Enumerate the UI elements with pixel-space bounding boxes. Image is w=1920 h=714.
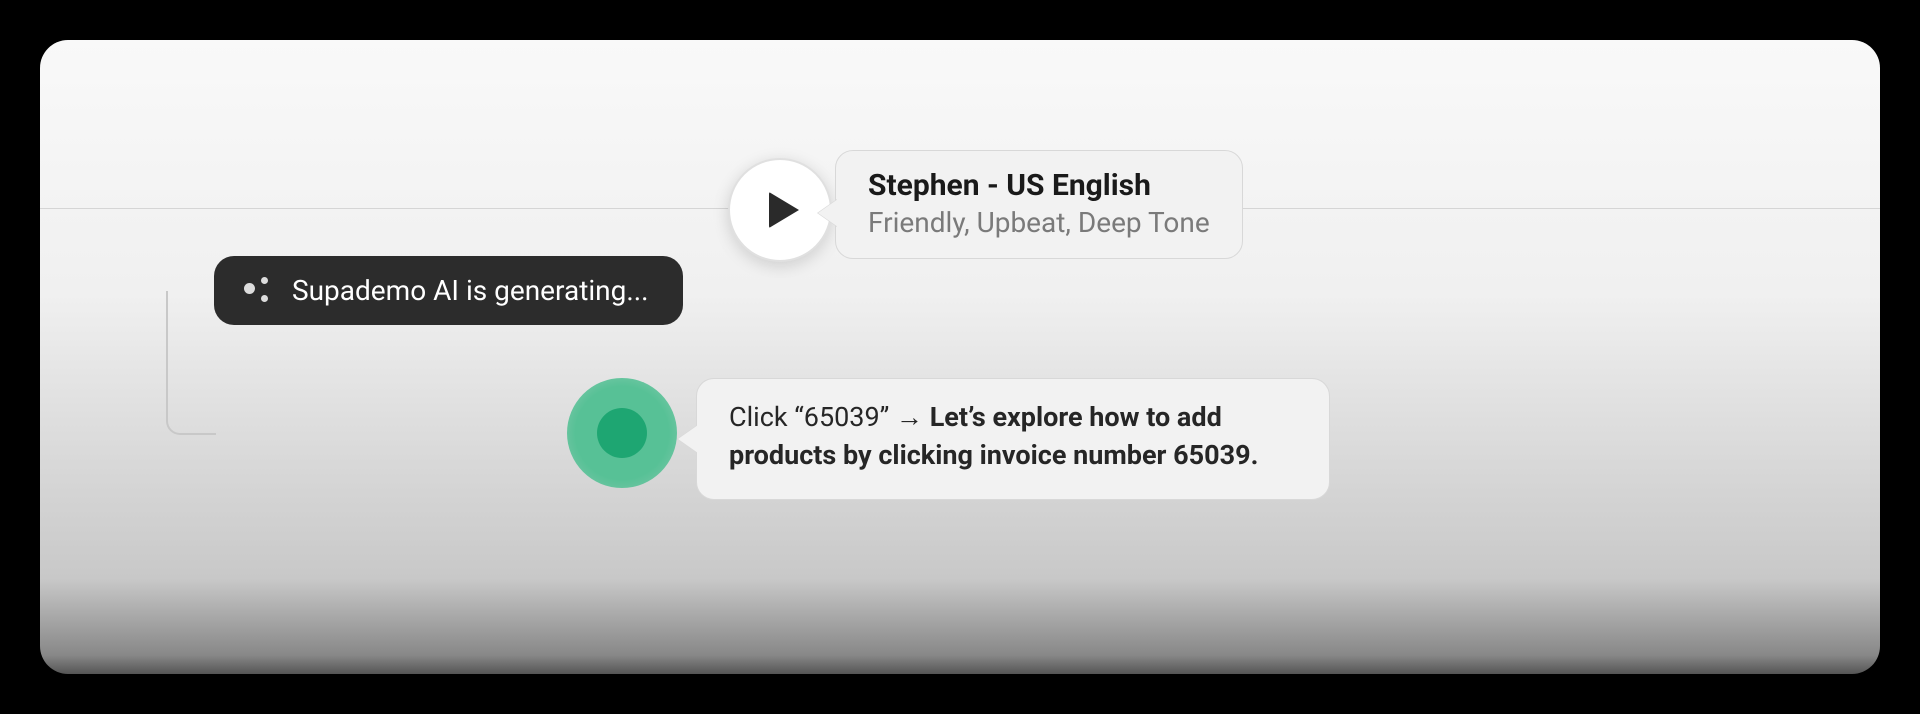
app-window: Stephen - US English Friendly, Upbeat, D… xyxy=(40,40,1880,674)
voice-description: Friendly, Upbeat, Deep Tone xyxy=(868,205,1210,240)
arrow-icon: → xyxy=(896,401,923,433)
step-prefix: Click “65039” xyxy=(729,401,889,433)
tooltip-pointer xyxy=(678,425,698,453)
voice-card[interactable]: Stephen - US English Friendly, Upbeat, D… xyxy=(835,150,1243,259)
play-voice-button[interactable] xyxy=(728,158,832,262)
sparkle-icon xyxy=(244,277,272,305)
hotspot-marker[interactable] xyxy=(567,378,677,488)
step-instruction-card[interactable]: Click “65039” → Let’s explore how to add… xyxy=(696,378,1330,500)
tooltip-pointer xyxy=(818,199,838,227)
ai-generating-status: Supademo AI is generating... xyxy=(214,256,683,325)
hotspot-inner-dot xyxy=(597,408,647,458)
play-icon xyxy=(769,192,799,228)
connector-line xyxy=(166,291,216,435)
voice-name: Stephen - US English xyxy=(868,167,1210,205)
generating-label: Supademo AI is generating... xyxy=(292,274,649,307)
